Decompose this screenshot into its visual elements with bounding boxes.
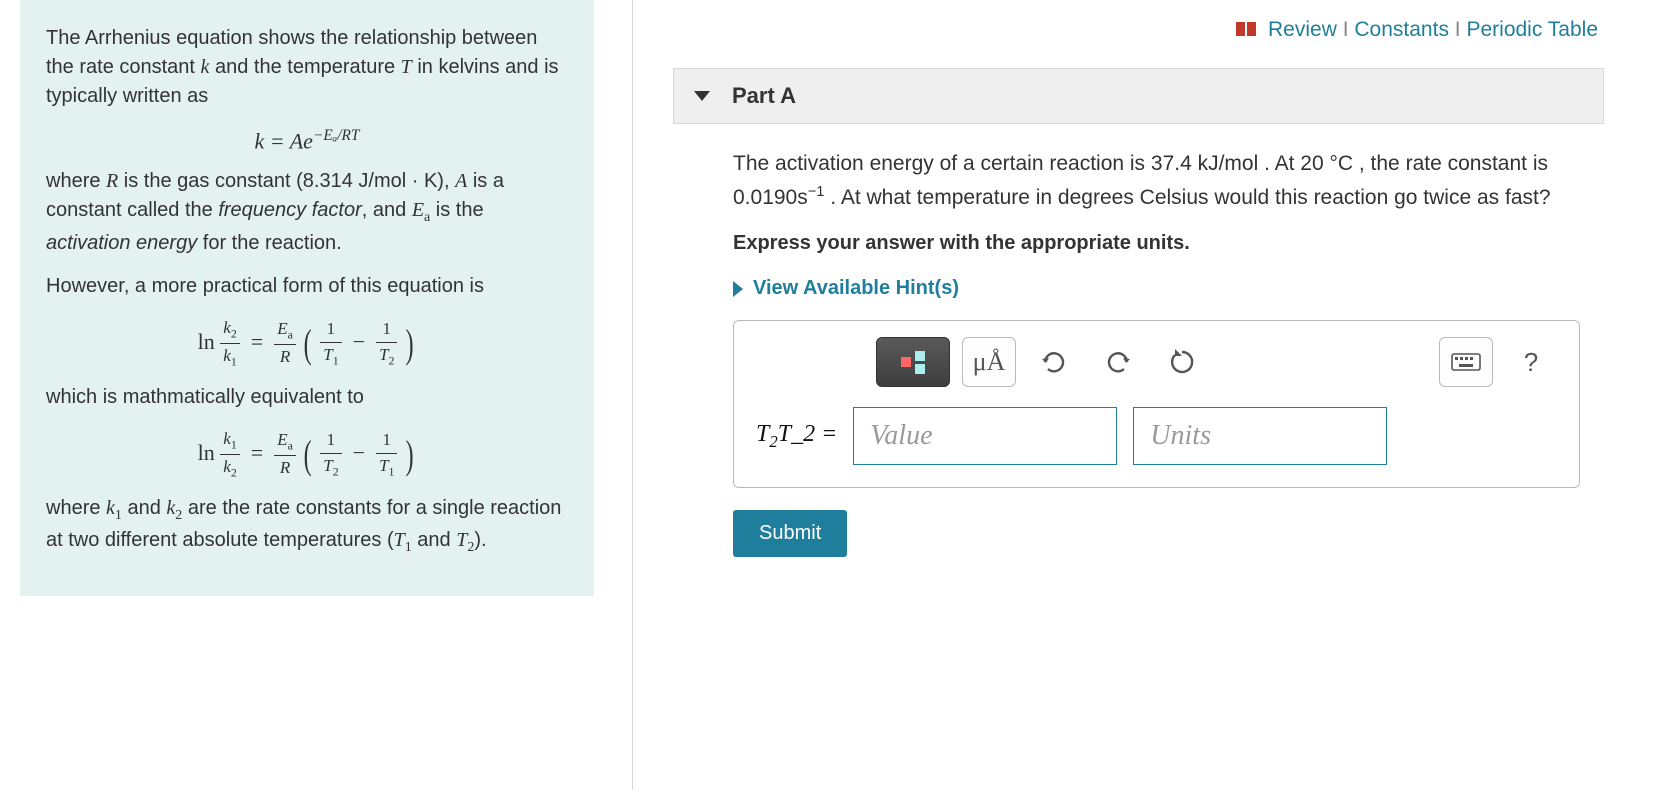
template-icon	[901, 351, 925, 374]
flag-icon	[1236, 22, 1256, 36]
view-hints-toggle[interactable]: View Available Hint(s)	[733, 277, 1580, 300]
undo-button[interactable]	[1028, 338, 1080, 386]
undo-icon	[1041, 351, 1067, 373]
intro-p2: where R is the gas constant (8.314 J/mol…	[46, 167, 568, 257]
submit-button[interactable]: Submit	[733, 510, 847, 557]
redo-icon	[1105, 351, 1131, 373]
reset-icon	[1169, 349, 1195, 375]
chevron-right-icon	[733, 281, 743, 297]
intro-p4: which is mathmatically equivalent to	[46, 383, 568, 412]
part-a-title: Part A	[732, 83, 796, 109]
help-button[interactable]: ?	[1505, 338, 1557, 386]
part-a-header[interactable]: Part A	[673, 68, 1604, 124]
view-hints-label: View Available Hint(s)	[753, 277, 959, 300]
intro-p1: The Arrhenius equation shows the relatio…	[46, 24, 568, 111]
equation-arrhenius: k = Ae−Eₐ/RT	[46, 125, 568, 157]
link-periodic-table[interactable]: Periodic Table	[1466, 18, 1598, 41]
answer-box: μÅ ? T2T_2	[733, 320, 1580, 488]
redo-button[interactable]	[1092, 338, 1144, 386]
value-input[interactable]: Value	[853, 407, 1117, 465]
question-text: The activation energy of a certain react…	[733, 148, 1580, 214]
equation-two-point-2: ln k1k2 = EaR ( 1T2 − 1T1 )	[46, 426, 568, 484]
units-input[interactable]: Units	[1133, 407, 1387, 465]
express-instruction: Express your answer with the appropriate…	[733, 232, 1580, 255]
reset-button[interactable]	[1156, 338, 1208, 386]
chevron-down-icon	[694, 91, 710, 101]
answer-variable-label: T2T_2 =	[756, 421, 837, 452]
intro-p3: However, a more practical form of this e…	[46, 272, 568, 301]
intro-p5: where k1 and k2 are the rate constants f…	[46, 494, 568, 559]
link-review[interactable]: Review	[1268, 18, 1337, 41]
vertical-divider	[614, 0, 633, 790]
units-button[interactable]: μÅ	[962, 337, 1016, 387]
intro-panel: The Arrhenius equation shows the relatio…	[20, 0, 594, 596]
keyboard-button[interactable]	[1439, 337, 1493, 387]
link-constants[interactable]: Constants	[1354, 18, 1449, 41]
equation-two-point-1: ln k2k1 = EaR ( 1T1 − 1T2 )	[46, 315, 568, 373]
top-links: Review I Constants I Periodic Table	[673, 0, 1604, 68]
keyboard-icon	[1451, 353, 1481, 371]
template-picker-button[interactable]	[876, 337, 950, 387]
